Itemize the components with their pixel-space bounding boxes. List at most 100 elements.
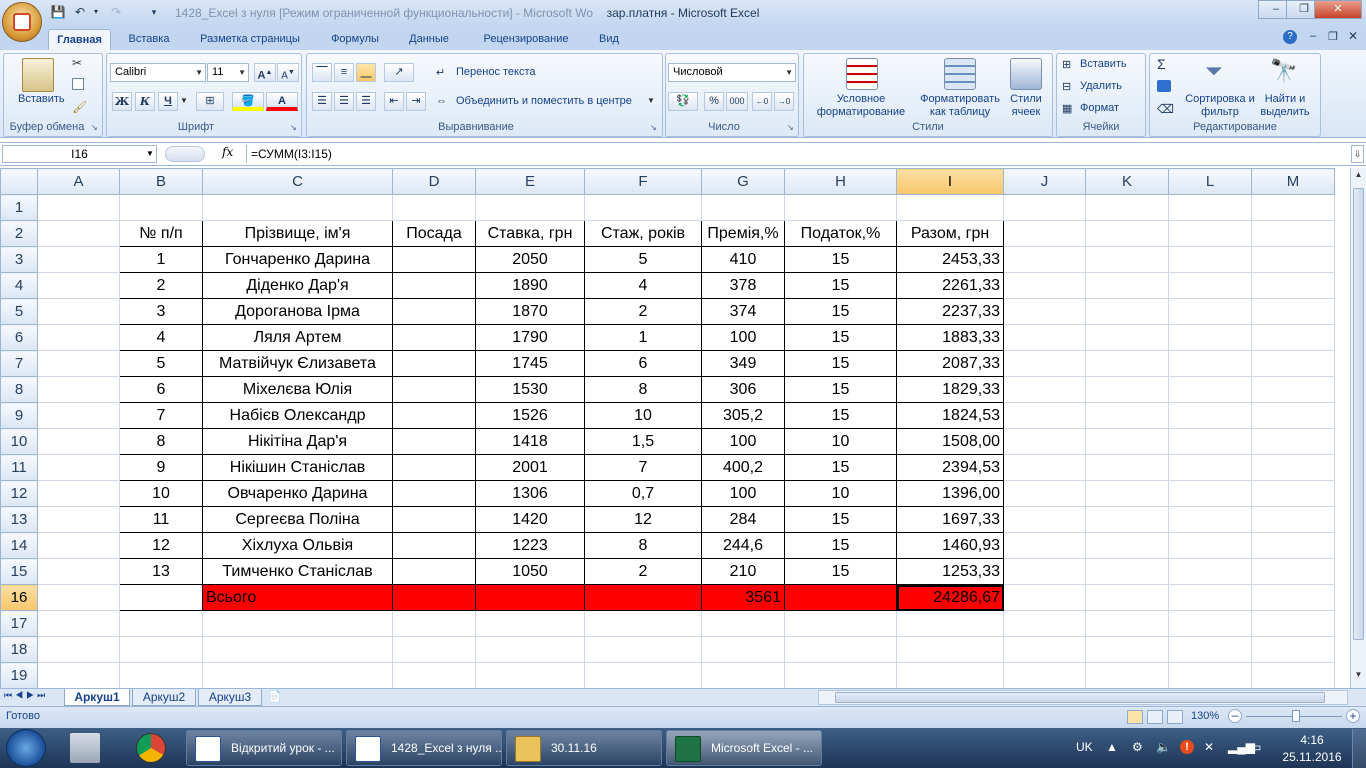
taskbar-item-word-2[interactable]: 1428_Excel з нуля ... — [346, 730, 502, 766]
column-header[interactable]: E — [475, 168, 585, 195]
thousands-button[interactable]: 000 — [726, 92, 748, 111]
currency-button[interactable]: 💱 — [668, 92, 698, 111]
empty-cell[interactable] — [701, 194, 785, 221]
empty-cell[interactable] — [119, 636, 203, 663]
empty-cell[interactable] — [1003, 324, 1086, 351]
font-color-button[interactable]: A — [266, 92, 298, 111]
data-cell[interactable] — [392, 454, 476, 481]
empty-cell[interactable] — [1168, 584, 1252, 611]
data-cell[interactable]: Ляля Артем — [202, 324, 393, 351]
paste-button[interactable]: Вставить — [18, 93, 65, 105]
empty-cell[interactable] — [1251, 428, 1335, 455]
taskbar-item-folder[interactable]: 30.11.16 — [506, 730, 662, 766]
data-cell[interactable]: 1526 — [475, 402, 585, 429]
empty-cell[interactable] — [1251, 584, 1335, 611]
data-cell[interactable]: 410 — [701, 246, 785, 273]
insert-sheet-icon[interactable]: 📄 — [268, 690, 290, 705]
align-bottom-button[interactable]: ⎽ — [356, 63, 376, 82]
merge-center-button[interactable]: Объединить и поместить в центре — [456, 95, 632, 107]
data-cell[interactable]: Нікітіна Дар'я — [202, 428, 393, 455]
data-cell[interactable]: 12 — [584, 506, 702, 533]
column-title-cell[interactable]: Разом, грн — [896, 220, 1004, 247]
empty-cell[interactable] — [1251, 402, 1335, 429]
column-title-cell[interactable]: Стаж, років — [584, 220, 702, 247]
data-cell[interactable] — [392, 402, 476, 429]
empty-cell[interactable] — [392, 636, 476, 663]
row-header[interactable]: 11 — [0, 454, 38, 481]
align-middle-button[interactable]: ≡ — [334, 63, 354, 82]
page-break-view-icon[interactable] — [1167, 710, 1183, 724]
data-cell[interactable]: 1870 — [475, 298, 585, 325]
fill-color-button[interactable]: 🪣 — [232, 92, 264, 111]
data-cell[interactable]: 100 — [701, 480, 785, 507]
empty-cell[interactable] — [392, 662, 476, 688]
cell-A5[interactable] — [37, 298, 120, 325]
empty-cell[interactable] — [584, 636, 702, 663]
tab-review[interactable]: Рецензирование — [470, 29, 582, 50]
empty-cell[interactable] — [475, 636, 585, 663]
formula-bar-expand-icon[interactable]: ⇩ — [1351, 145, 1364, 163]
align-right-button[interactable]: ☰ — [356, 92, 376, 111]
empty-cell[interactable] — [1085, 194, 1169, 221]
empty-cell[interactable] — [119, 610, 203, 637]
normal-view-icon[interactable] — [1127, 710, 1143, 724]
data-cell[interactable]: 1745 — [475, 350, 585, 377]
cell-A16[interactable] — [37, 584, 120, 611]
sort-filter-icon[interactable]: ⏷ — [1205, 58, 1223, 84]
data-cell[interactable]: Овчаренко Дарина — [202, 480, 393, 507]
data-cell[interactable]: 4 — [584, 272, 702, 299]
horizontal-scrollbar[interactable] — [818, 690, 1348, 705]
data-cell[interactable]: 1,5 — [584, 428, 702, 455]
vertical-scroll-thumb[interactable] — [1353, 188, 1364, 640]
data-cell[interactable]: 1420 — [475, 506, 585, 533]
data-cell[interactable]: Набієв Олександр — [202, 402, 393, 429]
total-empty-cell[interactable] — [584, 584, 702, 611]
empty-cell[interactable] — [1003, 610, 1086, 637]
data-cell[interactable]: 12 — [119, 532, 203, 559]
empty-cell[interactable] — [1251, 636, 1335, 663]
taskbar-item-excel[interactable]: Microsoft Excel - ... — [666, 730, 822, 766]
data-cell[interactable]: 2 — [119, 272, 203, 299]
empty-cell[interactable] — [1003, 454, 1086, 481]
borders-button[interactable]: ⊞ — [196, 92, 224, 111]
empty-cell[interactable] — [784, 610, 897, 637]
show-desktop-button[interactable] — [1352, 729, 1366, 768]
data-cell[interactable]: Міхелєва Юлія — [202, 376, 393, 403]
data-cell[interactable]: 5 — [584, 246, 702, 273]
cell-A2[interactable] — [37, 220, 120, 247]
empty-cell[interactable] — [202, 610, 393, 637]
cut-icon[interactable]: ✂ — [72, 56, 82, 70]
data-cell[interactable]: 2394,53 — [896, 454, 1004, 481]
column-header[interactable]: C — [202, 168, 393, 195]
clear-icon[interactable]: ⌫ — [1157, 102, 1174, 116]
data-cell[interactable]: Хіхлуха Ольвія — [202, 532, 393, 559]
empty-cell[interactable] — [1168, 220, 1252, 247]
empty-cell[interactable] — [584, 194, 702, 221]
empty-cell[interactable] — [1003, 636, 1086, 663]
data-cell[interactable] — [392, 376, 476, 403]
empty-cell[interactable] — [1003, 662, 1086, 688]
data-cell[interactable]: 2261,33 — [896, 272, 1004, 299]
grand-total-cell[interactable]: 24286,67 — [896, 584, 1004, 611]
close-button[interactable]: ✕ — [1314, 0, 1362, 19]
column-header-selected[interactable]: I — [896, 168, 1004, 195]
total-empty-cell[interactable] — [119, 584, 203, 611]
empty-cell[interactable] — [1003, 298, 1086, 325]
empty-cell[interactable] — [1003, 532, 1086, 559]
data-cell[interactable] — [392, 350, 476, 377]
font-launcher-icon[interactable]: ↘ — [290, 123, 297, 132]
column-header[interactable]: J — [1003, 168, 1086, 195]
scroll-down-icon[interactable]: ▼ — [1353, 670, 1364, 684]
zoom-slider-thumb[interactable] — [1292, 710, 1300, 722]
data-cell[interactable]: 2050 — [475, 246, 585, 273]
empty-cell[interactable] — [1251, 558, 1335, 585]
data-cell[interactable]: 8 — [119, 428, 203, 455]
empty-cell[interactable] — [475, 194, 585, 221]
format-as-table-button[interactable]: Форматировать как таблицу — [912, 93, 1008, 119]
row-header[interactable]: 8 — [0, 376, 38, 403]
data-cell[interactable]: 11 — [119, 506, 203, 533]
data-cell[interactable]: 1697,33 — [896, 506, 1004, 533]
data-cell[interactable]: 4 — [119, 324, 203, 351]
empty-cell[interactable] — [1003, 220, 1086, 247]
tab-formulas[interactable]: Формулы — [322, 29, 388, 50]
